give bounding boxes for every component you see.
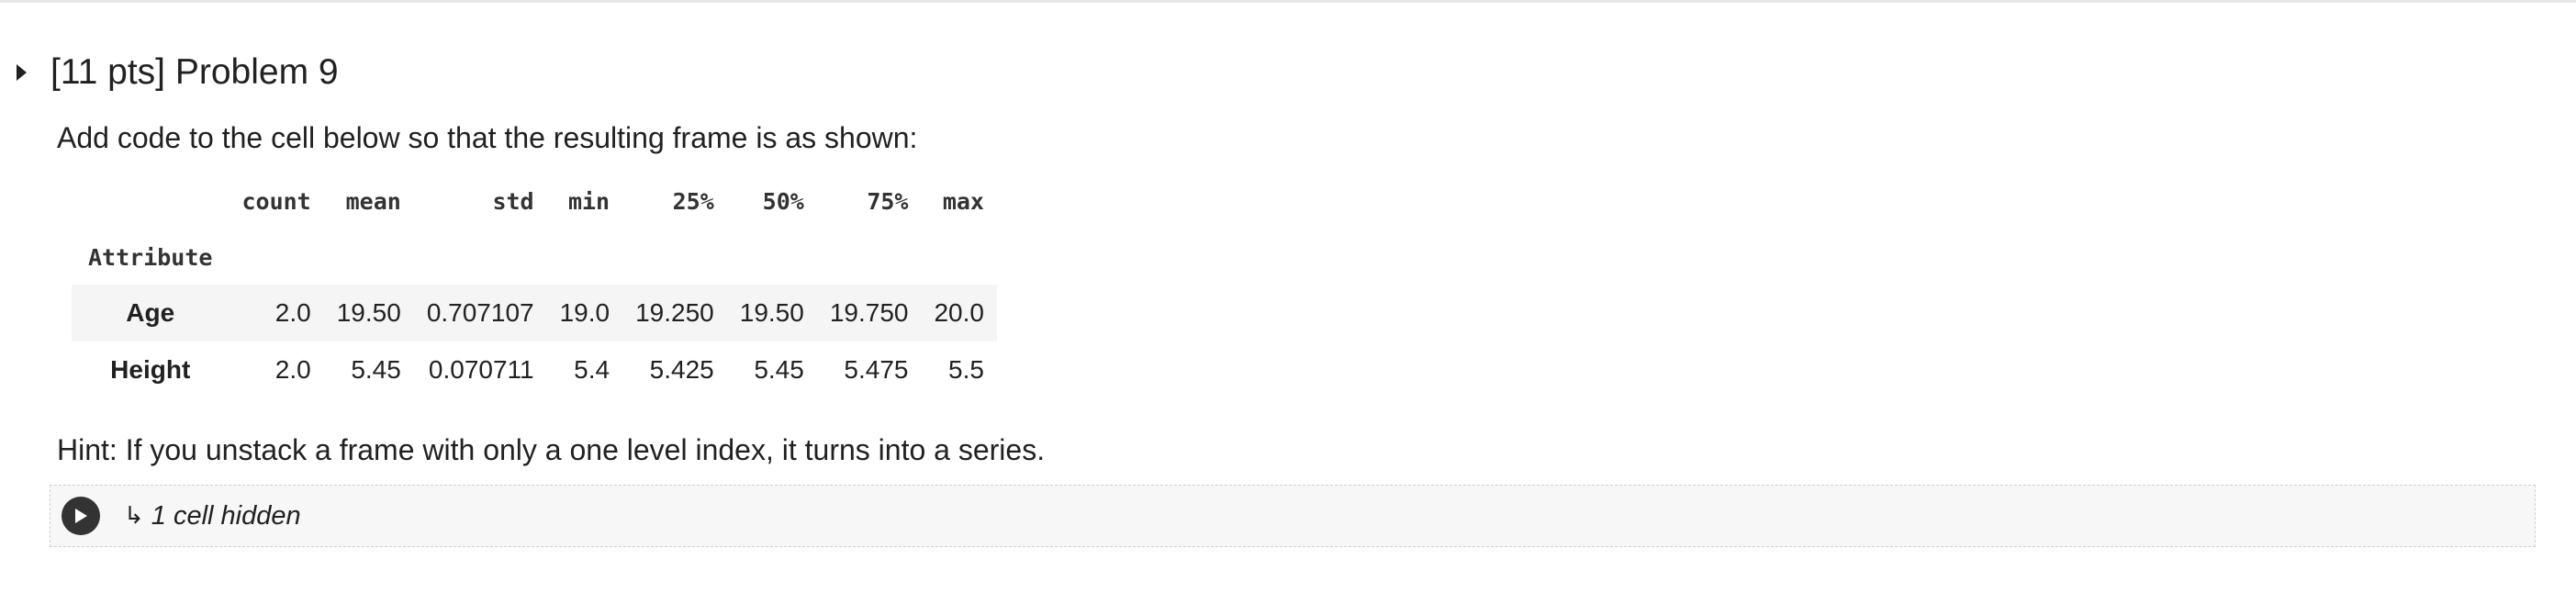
column-header-75: 75%: [867, 187, 909, 215]
section-header[interactable]: [11 pts] Problem 9: [17, 48, 339, 97]
table-cell: 5.4: [574, 355, 610, 384]
page-top-border: [0, 0, 2576, 3]
table-row: Age 2.0 19.50 0.707107 19.0 19.250 19.50…: [72, 285, 997, 341]
table-cell: 5.45: [754, 355, 804, 384]
hint-text: Hint: If you unstack a frame with only a…: [57, 433, 1046, 466]
row-label-age: Age: [126, 298, 175, 327]
return-arrow-icon: ↳: [124, 502, 144, 530]
play-icon: [75, 509, 87, 523]
table-cell: 0.707107: [426, 298, 534, 327]
table-cell: 19.50: [336, 298, 401, 327]
index-name-row: Attribute: [72, 229, 997, 285]
table-cell: 5.425: [649, 355, 714, 384]
row-label-height: Height: [110, 355, 191, 384]
table-cell: 5.475: [844, 355, 909, 384]
column-header-count: count: [241, 187, 311, 215]
table-cell: 19.250: [635, 298, 714, 327]
column-header-50: 50%: [762, 187, 804, 215]
column-header-mean: mean: [345, 187, 401, 215]
column-header-min: min: [567, 187, 610, 215]
table-cell: 2.0: [274, 298, 311, 327]
hidden-cells-bar[interactable]: ↳ 1 cell hidden: [50, 485, 2536, 547]
run-cell-button[interactable]: [62, 497, 100, 535]
index-corner: [72, 173, 229, 229]
hidden-cells-text: 1 cell hidden: [151, 500, 301, 531]
section-title: [11 pts] Problem 9: [50, 52, 339, 92]
expand-caret-icon[interactable]: [17, 64, 27, 81]
hidden-cells-label[interactable]: ↳ 1 cell hidden: [124, 501, 301, 531]
table-cell: 19.0: [559, 298, 610, 327]
table-cell: 5.5: [948, 355, 984, 384]
column-header-max: max: [942, 187, 984, 215]
column-header-25: 25%: [672, 187, 714, 215]
column-header-row: count mean std min 25% 50% 75% max: [72, 173, 997, 229]
table-cell: 5.45: [351, 355, 401, 384]
table-cell: 20.0: [934, 298, 984, 327]
table-cell: 2.0: [274, 355, 311, 384]
column-header-std: std: [492, 187, 534, 215]
dataframe-table: count mean std min 25% 50% 75% max Attri…: [72, 173, 997, 398]
table-cell: 0.070711: [428, 355, 534, 384]
index-name: Attribute: [88, 243, 213, 271]
table-cell: 19.750: [829, 298, 909, 327]
table-row: Height 2.0 5.45 0.070711 5.4 5.425 5.45 …: [72, 341, 997, 398]
instructions-text: Add code to the cell below so that the r…: [57, 121, 918, 154]
table-cell: 19.50: [739, 298, 804, 327]
